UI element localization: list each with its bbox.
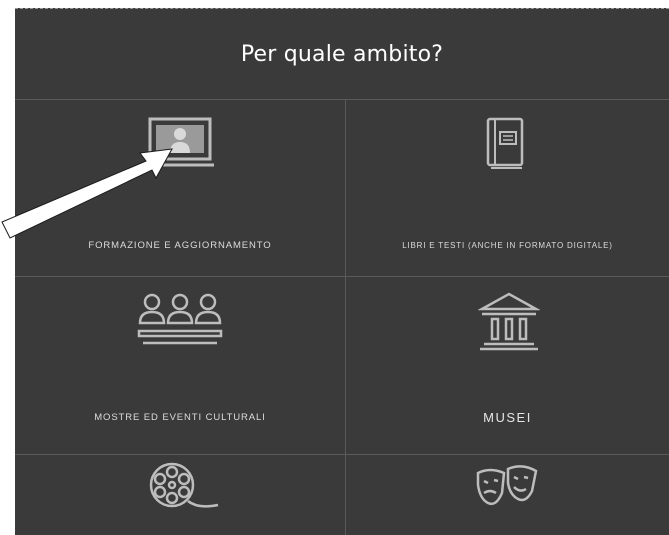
category-label: MOSTRE ED EVENTI CULTURALI — [94, 412, 266, 423]
category-label: MUSEI — [483, 410, 532, 425]
category-formazione[interactable]: FORMAZIONE E AGGIORNAMENTO — [15, 100, 345, 276]
category-libri[interactable]: LIBRI E TESTI (ANCHE IN FORMATO DIGITALE… — [346, 100, 669, 276]
category-musei[interactable]: MUSEI — [346, 277, 669, 454]
category-label: FORMAZIONE E AGGIORNAMENTO — [88, 240, 272, 251]
film-reel-icon — [149, 462, 219, 508]
page-title: Per quale ambito? — [240, 41, 444, 67]
category-teatro[interactable] — [346, 455, 669, 535]
theater-masks-icon — [476, 465, 538, 506]
book-icon — [486, 117, 524, 169]
audience-icon — [137, 293, 223, 345]
presentation-screen-icon — [146, 117, 214, 167]
category-panel: Per quale ambito? FORMAZIONE E AGGIORNAM… — [15, 8, 669, 535]
category-mostre[interactable]: MOSTRE ED EVENTI CULTURALI — [15, 277, 345, 454]
category-cinema[interactable] — [15, 455, 345, 535]
museum-icon — [478, 292, 540, 351]
category-label: LIBRI E TESTI (ANCHE IN FORMATO DIGITALE… — [402, 241, 613, 250]
